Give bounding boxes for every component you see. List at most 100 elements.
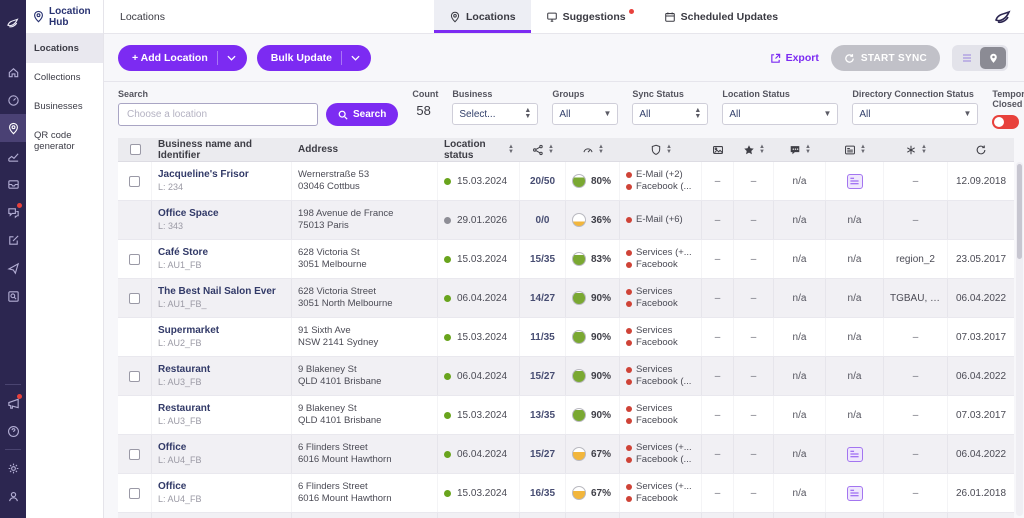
header-business-name[interactable]: Business name and Identifier [152, 138, 292, 161]
issue-item[interactable]: Facebook [626, 493, 678, 505]
directory-listing-badge-icon[interactable] [846, 173, 863, 189]
issue-item[interactable]: Services [626, 286, 672, 298]
temporarily-closed-toggle[interactable] [992, 115, 1020, 129]
header-shield[interactable]: ▲ ▼ [620, 138, 702, 161]
rail-send-button[interactable] [0, 254, 26, 282]
issue-item[interactable]: Facebook [626, 259, 678, 271]
issue-item[interactable]: Services (+... [626, 247, 692, 259]
row-checkbox-cell [118, 474, 152, 512]
header-location-status[interactable]: Location status ▲ ▼ [438, 138, 520, 161]
directory-listing-badge-icon[interactable] [846, 446, 863, 462]
issue-item[interactable]: E-Mail (+2) [626, 169, 683, 181]
filter-select-groups[interactable]: All ▼ [552, 103, 619, 125]
sort-arrows-icon[interactable]: ▲ ▼ [666, 144, 672, 155]
issue-item[interactable]: Facebook [626, 298, 678, 310]
search-button[interactable]: Search [326, 103, 399, 126]
tab-scheduled-updates[interactable]: Scheduled Updates [649, 0, 793, 33]
header-listing-card[interactable]: ▲ ▼ [826, 138, 884, 161]
search-input[interactable] [118, 103, 318, 126]
header-reviews[interactable]: ▲ ▼ [774, 138, 826, 161]
rail-settings-button[interactable] [0, 454, 26, 482]
business-name-link[interactable]: Café Store [158, 247, 208, 259]
rail-chat-button[interactable] [0, 198, 26, 226]
directory-listing-badge-icon[interactable] [846, 485, 863, 501]
business-identifier: L: 343 [158, 221, 184, 231]
tab-locations[interactable]: Locations [434, 0, 531, 33]
location-hub-sidebar: Location Hub Locations Collections Busines… [26, 0, 104, 518]
row-checkbox-cell [118, 240, 152, 278]
sidebar-item-qr-code-generator[interactable]: QR code generator [26, 121, 103, 161]
issue-item[interactable]: Facebook (... [626, 181, 691, 193]
rail-analytics-button[interactable] [0, 142, 26, 170]
rail-dashboard-button[interactable] [0, 86, 26, 114]
issue-item[interactable]: E-Mail (+6) [626, 214, 683, 226]
business-name-link[interactable]: Jacqueline's Frisor [158, 169, 249, 181]
filter-select-business[interactable]: Select... ▲ ▼ [452, 103, 539, 125]
rail-help-button[interactable] [0, 417, 26, 445]
rail-inbox-button[interactable] [0, 170, 26, 198]
start-sync-button[interactable]: START SYNC [830, 45, 940, 71]
header-labels[interactable]: ▲ ▼ [884, 138, 948, 161]
filter-select-directory-connection-status[interactable]: All ▼ [852, 103, 979, 125]
issue-item[interactable]: Facebook [626, 415, 678, 427]
sort-arrows-icon[interactable]: ▲ ▼ [598, 144, 604, 155]
row-checkbox[interactable] [129, 175, 140, 187]
business-name-link[interactable]: Office [158, 442, 186, 454]
row-checkbox[interactable] [129, 370, 140, 382]
last-sync-cell: 07.03.2017 [948, 318, 1014, 356]
map-view-button[interactable] [980, 47, 1006, 69]
header-address[interactable]: Address [292, 138, 438, 161]
business-name-link[interactable]: Supermarket [158, 325, 219, 337]
business-name-link[interactable]: Restaurant [158, 364, 210, 376]
business-name-link[interactable]: Office [158, 481, 186, 493]
header-network[interactable]: ▲ ▼ [520, 138, 566, 161]
issue-item[interactable]: Services [626, 403, 672, 415]
rail-media-search-button[interactable] [0, 282, 26, 310]
bulk-update-chevron-icon[interactable] [341, 51, 371, 65]
tab-suggestions[interactable]: Suggestions [531, 0, 649, 33]
business-name-link[interactable]: Restaurant [158, 403, 210, 415]
rail-location-pin-button[interactable] [0, 114, 26, 142]
sort-arrows-icon[interactable]: ▲ ▼ [548, 144, 554, 155]
issue-item[interactable]: Services [626, 325, 672, 337]
issue-item[interactable]: Facebook (... [626, 454, 691, 466]
business-cell: Office Space L: 343 [152, 201, 292, 239]
row-checkbox[interactable] [129, 292, 140, 304]
header-photo[interactable] [702, 138, 734, 161]
bulk-update-button[interactable]: Bulk Update [256, 45, 372, 71]
sort-arrows-icon[interactable]: ▲ ▼ [759, 144, 765, 155]
sort-arrows-icon[interactable]: ▲ ▼ [508, 144, 514, 155]
filter-select-location-status[interactable]: All ▼ [722, 103, 839, 125]
scrollbar-thumb[interactable] [1017, 164, 1022, 259]
rail-account-button[interactable] [0, 482, 26, 510]
rail-whats-new-button[interactable] [0, 389, 26, 417]
business-name-link[interactable]: Office Space [158, 208, 219, 220]
sidebar-item-locations[interactable]: Locations [26, 34, 103, 63]
add-location-chevron-icon[interactable] [216, 51, 247, 65]
issue-item[interactable]: Facebook (... [626, 376, 691, 388]
sort-arrows-icon[interactable]: ▲ ▼ [805, 144, 811, 155]
row-checkbox[interactable] [129, 253, 140, 265]
rail-home-button[interactable] [0, 58, 26, 86]
row-checkbox[interactable] [129, 448, 140, 460]
rail-compose-button[interactable] [0, 226, 26, 254]
header-gauge[interactable]: ▲ ▼ [566, 138, 620, 161]
sort-arrows-icon[interactable]: ▲ ▼ [921, 144, 927, 155]
issue-item[interactable]: Services [626, 364, 672, 376]
issue-item[interactable]: Services (+... [626, 481, 692, 493]
add-location-button[interactable]: + Add Location [118, 45, 247, 71]
header-star[interactable]: ▲ ▼ [734, 138, 774, 161]
filter-select-sync-status[interactable]: All ▲ ▼ [632, 103, 709, 125]
business-name-link[interactable]: The Best Nail Salon Ever [158, 286, 276, 298]
list-view-button[interactable] [954, 47, 980, 69]
sort-arrows-icon[interactable]: ▲ ▼ [860, 144, 866, 155]
select-all-checkbox[interactable] [129, 144, 141, 155]
issue-item[interactable]: Services (+... [626, 442, 692, 454]
row-checkbox[interactable] [129, 487, 140, 499]
address-line2: 6016 Mount Hawthorn [298, 454, 392, 465]
export-button[interactable]: Export [770, 52, 819, 64]
sidebar-item-businesses[interactable]: Businesses [26, 92, 103, 121]
header-sync[interactable] [948, 138, 1014, 161]
sidebar-item-collections[interactable]: Collections [26, 63, 103, 92]
issue-item[interactable]: Facebook [626, 337, 678, 349]
